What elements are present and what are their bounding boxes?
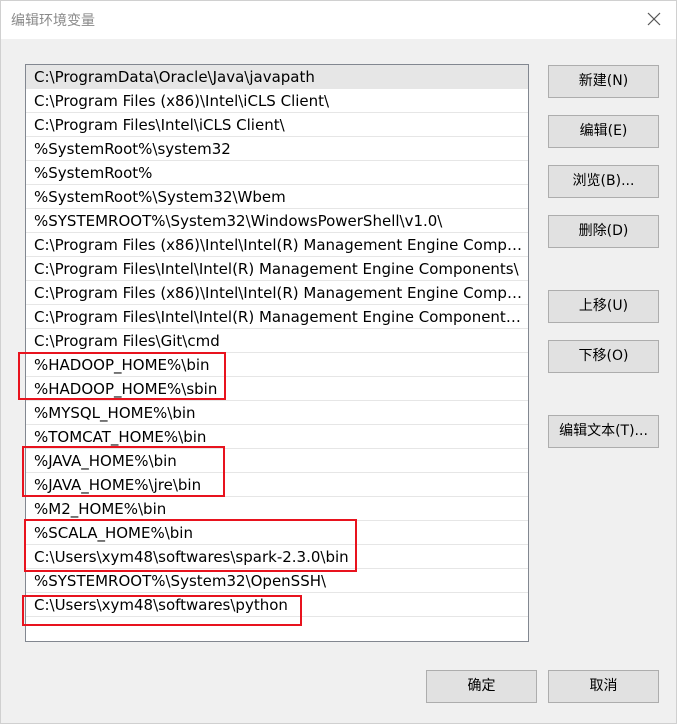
list-item-text: C:\Program Files\Intel\iCLS Client\ bbox=[34, 116, 285, 134]
list-item-text: %JAVA_HOME%\bin bbox=[34, 452, 177, 470]
edit-text-button[interactable]: 编辑文本(T)... bbox=[548, 415, 659, 448]
list-item[interactable]: C:\Program Files\Git\cmd bbox=[26, 329, 528, 353]
close-button[interactable] bbox=[642, 7, 666, 31]
list-item-text: %MYSQL_HOME%\bin bbox=[34, 404, 196, 422]
list-item-text: %SystemRoot% bbox=[34, 164, 153, 182]
list-item[interactable]: %HADOOP_HOME%\sbin bbox=[26, 377, 528, 401]
edit-button[interactable]: 编辑(E) bbox=[548, 115, 659, 148]
dialog-title: 编辑环境变量 bbox=[11, 13, 95, 29]
list-item[interactable]: C:\Users\xym48\softwares\spark-2.3.0\bin bbox=[26, 545, 528, 569]
list-item[interactable]: %SYSTEMROOT%\System32\WindowsPowerShell\… bbox=[26, 209, 528, 233]
list-item[interactable]: %SystemRoot%\System32\Wbem bbox=[26, 185, 528, 209]
list-item-text: C:\Program Files (x86)\Intel\iCLS Client… bbox=[34, 92, 330, 110]
list-item[interactable]: %SystemRoot%\system32 bbox=[26, 137, 528, 161]
list-item[interactable]: C:\Program Files\Intel\Intel(R) Manageme… bbox=[26, 257, 528, 281]
list-item-text: C:\Program Files\Git\cmd bbox=[34, 332, 220, 350]
list-item[interactable]: %MYSQL_HOME%\bin bbox=[26, 401, 528, 425]
list-item-text: %HADOOP_HOME%\sbin bbox=[34, 380, 218, 398]
list-item-text: C:\Program Files\Intel\Intel(R) Manageme… bbox=[34, 260, 519, 278]
path-list[interactable]: C:\ProgramData\Oracle\Java\javapath C:\P… bbox=[25, 64, 529, 642]
title-bar: 编辑环境变量 bbox=[1, 1, 676, 39]
list-item[interactable]: %JAVA_HOME%\bin bbox=[26, 449, 528, 473]
list-item[interactable]: C:\ProgramData\Oracle\Java\javapath bbox=[26, 65, 528, 89]
delete-button[interactable]: 删除(D) bbox=[548, 215, 659, 248]
list-item-text: %HADOOP_HOME%\bin bbox=[34, 356, 210, 374]
ok-button[interactable]: 确定 bbox=[426, 670, 537, 703]
list-item[interactable]: C:\Program Files (x86)\Intel\Intel(R) Ma… bbox=[26, 281, 528, 305]
list-item-text: C:\Program Files\Intel\Intel(R) Manageme… bbox=[34, 308, 522, 326]
list-item[interactable]: %M2_HOME%\bin bbox=[26, 497, 528, 521]
list-item-text: %SYSTEMROOT%\System32\WindowsPowerShell\… bbox=[34, 212, 443, 230]
list-item[interactable]: %JAVA_HOME%\jre\bin bbox=[26, 473, 528, 497]
move-down-button[interactable]: 下移(O) bbox=[548, 340, 659, 373]
list-item-text: %SystemRoot%\System32\Wbem bbox=[34, 188, 286, 206]
list-item-text: %JAVA_HOME%\jre\bin bbox=[34, 476, 202, 494]
list-item[interactable]: %SystemRoot% bbox=[26, 161, 528, 185]
close-icon bbox=[647, 12, 661, 26]
list-item[interactable]: %SYSTEMROOT%\System32\OpenSSH\ bbox=[26, 569, 528, 593]
list-item[interactable]: C:\Users\xym48\softwares\python bbox=[26, 593, 528, 617]
browse-button[interactable]: 浏览(B)... bbox=[548, 165, 659, 198]
list-item-text: %TOMCAT_HOME%\bin bbox=[34, 428, 207, 446]
list-item[interactable]: C:\Program Files\Intel\Intel(R) Manageme… bbox=[26, 305, 528, 329]
move-up-button[interactable]: 上移(U) bbox=[548, 290, 659, 323]
list-item-text: %SCALA_HOME%\bin bbox=[34, 524, 193, 542]
list-item[interactable]: C:\Program Files (x86)\Intel\iCLS Client… bbox=[26, 89, 528, 113]
new-button[interactable]: 新建(N) bbox=[548, 65, 659, 98]
list-item[interactable]: C:\Program Files (x86)\Intel\Intel(R) Ma… bbox=[26, 233, 528, 257]
cancel-button[interactable]: 取消 bbox=[548, 670, 659, 703]
list-item-text: C:\Users\xym48\softwares\python bbox=[34, 596, 288, 614]
list-item-text: %SYSTEMROOT%\System32\OpenSSH\ bbox=[34, 572, 327, 590]
list-item-text: %M2_HOME%\bin bbox=[34, 500, 167, 518]
list-item-text: %SystemRoot%\system32 bbox=[34, 140, 231, 158]
list-item-text: C:\Program Files (x86)\Intel\Intel(R) Ma… bbox=[34, 284, 522, 302]
list-item-text: C:\Users\xym48\softwares\spark-2.3.0\bin bbox=[34, 548, 349, 566]
list-item-text: C:\ProgramData\Oracle\Java\javapath bbox=[34, 68, 315, 86]
list-item[interactable]: %TOMCAT_HOME%\bin bbox=[26, 425, 528, 449]
edit-environment-variable-dialog: 编辑环境变量 C:\ProgramData\Oracle\Java\javapa… bbox=[0, 0, 677, 724]
list-item[interactable]: %SCALA_HOME%\bin bbox=[26, 521, 528, 545]
list-item[interactable]: %HADOOP_HOME%\bin bbox=[26, 353, 528, 377]
list-item[interactable]: C:\Program Files\Intel\iCLS Client\ bbox=[26, 113, 528, 137]
list-item-text: C:\Program Files (x86)\Intel\Intel(R) Ma… bbox=[34, 236, 522, 254]
